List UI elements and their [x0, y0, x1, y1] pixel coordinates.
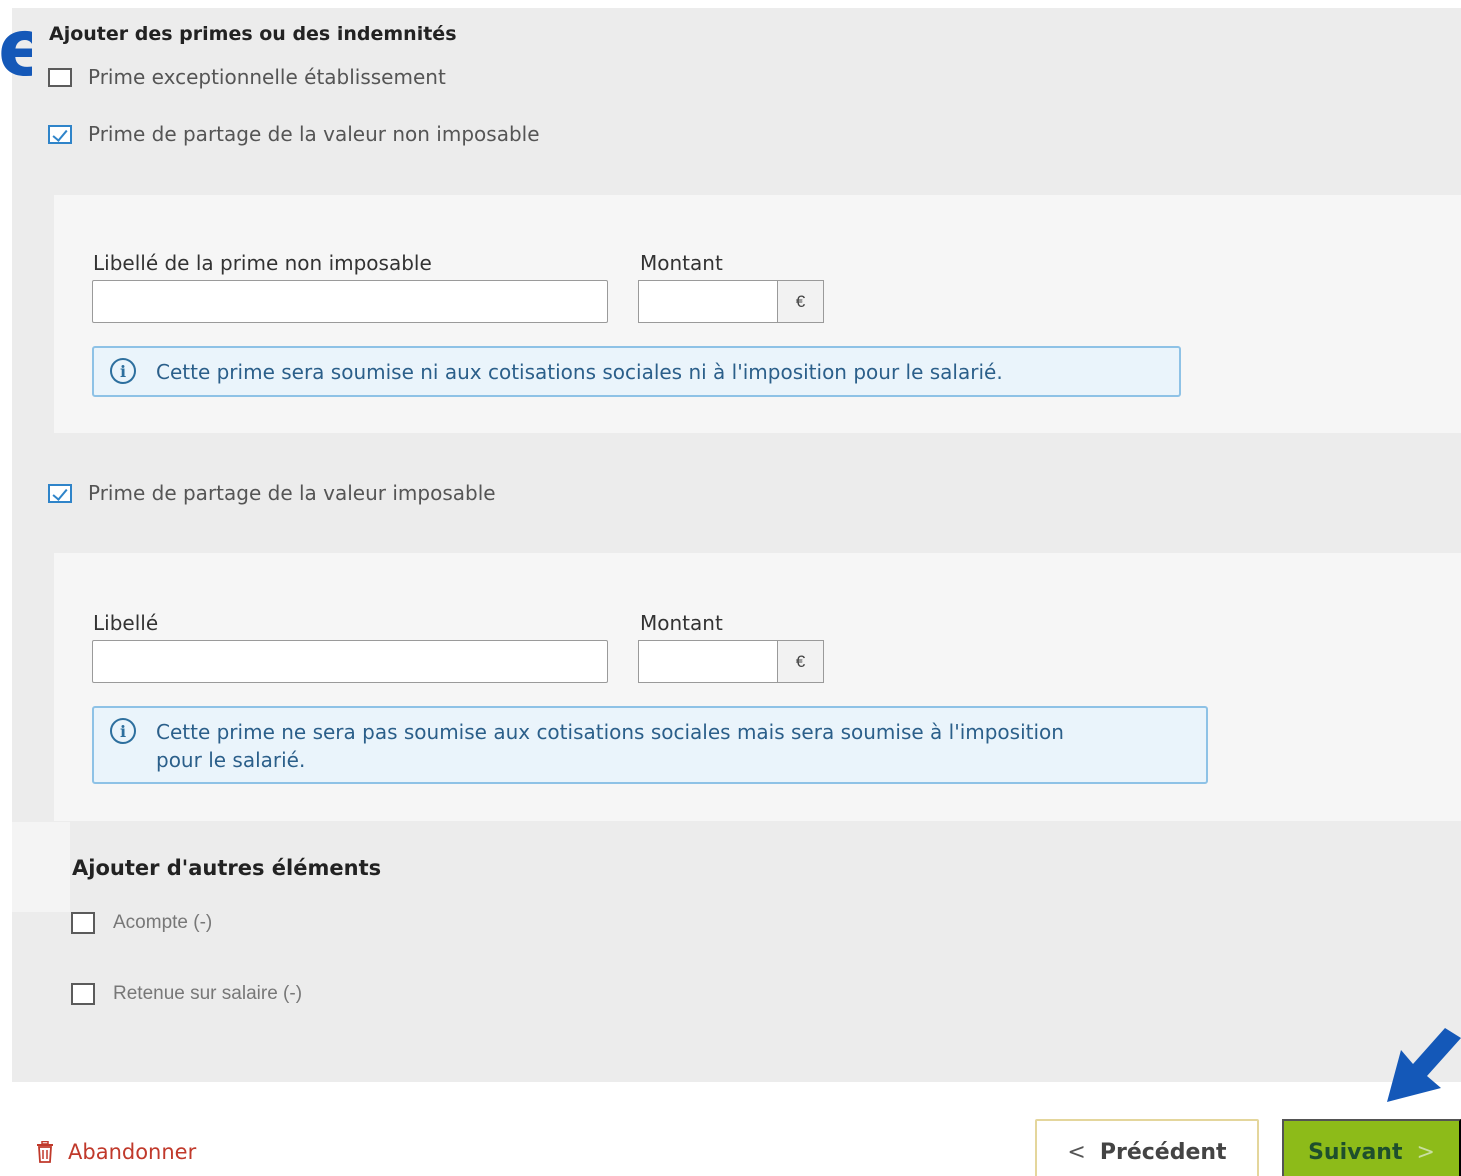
option-retenue-salaire[interactable]: Retenue sur salaire (-) — [71, 983, 302, 1005]
chevron-right-icon: > — [1416, 1139, 1435, 1165]
montant-non-imposable-field[interactable]: € — [638, 280, 824, 323]
info-message-non-imposable: i Cette prime sera soumise ni aux cotisa… — [92, 346, 1181, 397]
montant-imposable-input[interactable] — [639, 641, 777, 682]
clipped-title-letter: e — [0, 14, 32, 84]
option-ppv-imposable[interactable]: Prime de partage de la valeur imposable — [48, 481, 496, 505]
option-label: Prime de partage de la valeur non imposa… — [88, 122, 540, 146]
option-label: Prime exceptionnelle établissement — [88, 65, 446, 89]
euro-suffix: € — [777, 281, 823, 322]
montant-imposable-label: Montant — [640, 611, 723, 635]
montant-non-imposable-input[interactable] — [639, 281, 777, 322]
checkbox-acompte[interactable] — [71, 912, 95, 934]
option-ppv-non-imposable[interactable]: Prime de partage de la valeur non imposa… — [48, 122, 540, 146]
trash-icon — [37, 1141, 53, 1163]
libelle-non-imposable-input[interactable] — [92, 280, 608, 323]
libelle-imposable-input[interactable] — [92, 640, 608, 683]
next-button[interactable]: Suivant > — [1282, 1119, 1461, 1176]
option-prime-exceptionnelle[interactable]: Prime exceptionnelle établissement — [48, 65, 446, 89]
checkbox-ppv-imposable[interactable] — [48, 483, 72, 503]
info-circle-icon: i — [110, 718, 136, 744]
montant-imposable-field[interactable]: € — [638, 640, 824, 683]
section-divider-block — [12, 822, 70, 912]
chevron-left-icon: < — [1067, 1139, 1086, 1165]
option-label: Retenue sur salaire (-) — [113, 983, 303, 1004]
euro-suffix: € — [777, 641, 823, 682]
section-title-autres: Ajouter d'autres éléments — [72, 856, 382, 880]
option-acompte[interactable]: Acompte (-) — [71, 912, 212, 934]
primes-panel — [12, 8, 1461, 1082]
next-label: Suivant — [1308, 1139, 1403, 1165]
info-text: Cette prime sera soumise ni aux cotisati… — [156, 360, 1003, 384]
montant-non-imposable-label: Montant — [640, 251, 723, 275]
abandon-link[interactable]: Abandonner — [36, 1140, 196, 1164]
section-title-primes: Ajouter des primes ou des indemnités — [49, 23, 457, 45]
info-circle-icon: i — [110, 358, 136, 384]
ppv-non-imposable-form: Libellé de la prime non imposable Montan… — [54, 195, 1461, 433]
previous-label: Précédent — [1099, 1139, 1227, 1165]
libelle-imposable-label: Libellé — [93, 611, 159, 635]
info-text: Cette prime ne sera pas soumise aux coti… — [156, 720, 1064, 772]
checkbox-ppv-non-imposable[interactable] — [48, 124, 72, 144]
checkbox-retenue-salaire[interactable] — [71, 983, 95, 1005]
pointer-arrow-icon — [1387, 1028, 1461, 1102]
payroll-step-screen: e Ajouter des primes ou des indemnités P… — [0, 0, 1461, 1176]
option-label: Prime de partage de la valeur imposable — [88, 481, 496, 505]
info-message-imposable: i Cette prime ne sera pas soumise aux co… — [92, 706, 1208, 784]
libelle-non-imposable-label: Libellé de la prime non imposable — [93, 251, 432, 275]
checkbox-prime-exceptionnelle[interactable] — [48, 67, 72, 87]
option-label: Acompte (-) — [113, 912, 213, 933]
abandon-label: Abandonner — [68, 1140, 197, 1164]
previous-button[interactable]: < Précédent — [1035, 1119, 1259, 1176]
ppv-imposable-form: Libellé Montant € i Cette prime ne sera … — [54, 553, 1461, 821]
